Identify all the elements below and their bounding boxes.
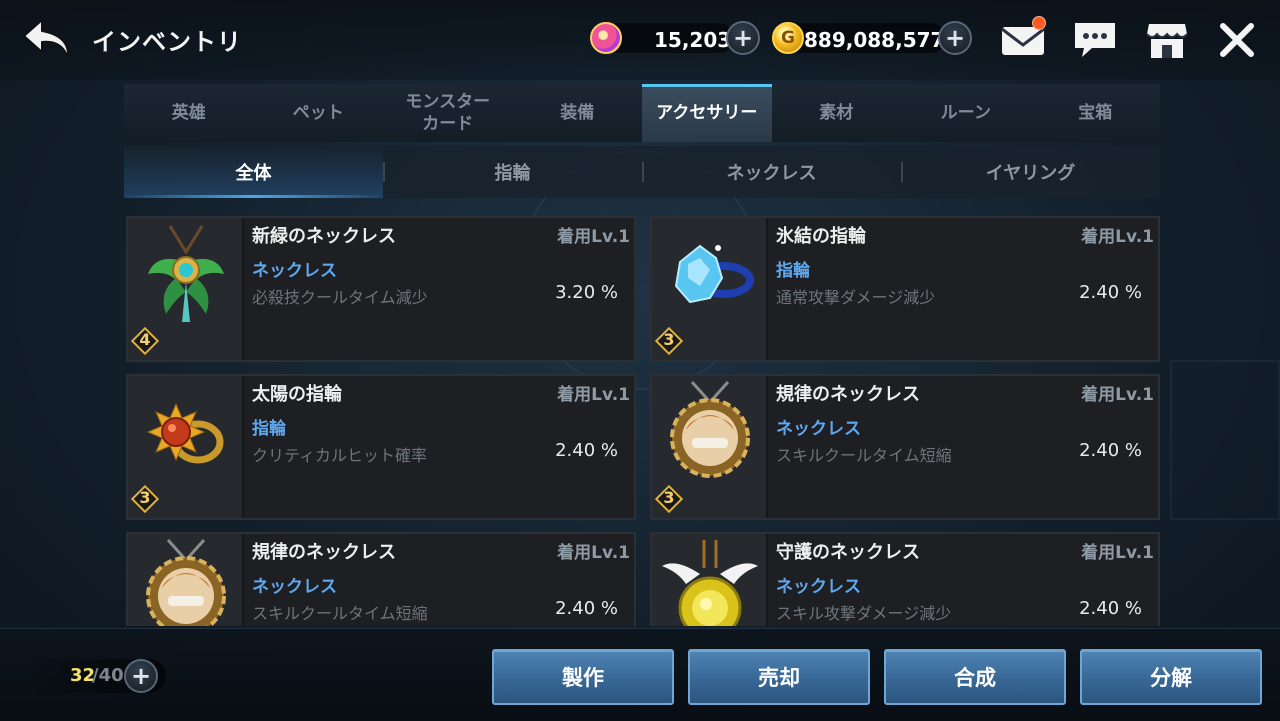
tab-material[interactable]: 素材	[772, 84, 902, 142]
add-gems-button[interactable]: +	[726, 21, 760, 55]
craft-button[interactable]: 製作	[492, 649, 674, 705]
bottom-bar: 32 /40 + 製作 売却 合成 分解	[0, 628, 1280, 721]
item-effect: スキルクールタイム短縮	[252, 604, 428, 623]
item-effect-value: 2.40 %	[1079, 440, 1142, 461]
item-thumbnail: 4	[128, 218, 244, 360]
item-name: 規律のネックレス	[776, 384, 920, 405]
sell-button[interactable]: 売却	[688, 649, 870, 705]
discipline-necklace-icon	[146, 538, 226, 626]
background-rune-frame	[1170, 360, 1280, 520]
subtab-earring[interactable]: イヤリング	[901, 146, 1160, 198]
shop-icon[interactable]	[1142, 18, 1192, 62]
gold-coin-icon: G	[772, 22, 804, 54]
item-card[interactable]: 3 守護のネックレス 着用Lv.1 ネックレス スキル攻撃ダメージ減少 2.40…	[650, 532, 1160, 626]
item-effect-value: 2.40 %	[1079, 598, 1142, 619]
item-effect-value: 3.20 %	[555, 282, 618, 303]
back-arrow-icon[interactable]	[18, 14, 80, 64]
item-thumbnail: 3	[128, 376, 244, 518]
item-thumbnail: 3	[652, 218, 768, 360]
item-required-level: 着用Lv.1	[557, 227, 630, 247]
item-effect: スキル攻撃ダメージ減少	[776, 604, 952, 623]
tab-rune[interactable]: ルーン	[901, 84, 1031, 142]
item-thumbnail: 3	[128, 534, 244, 626]
item-required-level: 着用Lv.1	[1081, 385, 1154, 405]
item-card[interactable]: 3 氷結の指輪 着用Lv.1 指輪 通常攻撃ダメージ減少 2.40 %	[650, 216, 1160, 362]
item-name: 守護のネックレス	[776, 542, 920, 563]
grade-badge: 3	[130, 484, 160, 514]
green-leaf-necklace-icon	[148, 225, 224, 322]
mail-notification-dot	[1032, 16, 1046, 30]
gem-currency: 15,203 +	[590, 20, 766, 56]
item-effect-value: 2.40 %	[555, 440, 618, 461]
gold-amount: 889,088,577	[804, 28, 945, 52]
item-card[interactable]: 4 新緑のネックレス 着用Lv.1 ネックレス 必殺技クールタイム減少 3.20…	[126, 216, 636, 362]
grade-badge: 4	[130, 326, 160, 356]
item-name: 新緑のネックレス	[252, 226, 396, 247]
item-type: ネックレス	[252, 577, 337, 597]
item-type: 指輪	[776, 261, 810, 281]
item-required-level: 着用Lv.1	[557, 385, 630, 405]
item-required-level: 着用Lv.1	[557, 543, 630, 563]
add-gold-button[interactable]: +	[938, 21, 972, 55]
item-type: ネックレス	[252, 261, 337, 281]
tab-accessory[interactable]: アクセサリー	[642, 84, 772, 142]
item-effect-value: 2.40 %	[555, 598, 618, 619]
tab-treasure-chest[interactable]: 宝箱	[1031, 84, 1161, 142]
item-type: ネックレス	[776, 577, 861, 597]
item-effect-value: 2.40 %	[1079, 282, 1142, 303]
item-name: 規律のネックレス	[252, 542, 396, 563]
expand-inventory-button[interactable]: +	[124, 659, 158, 693]
tab-pet[interactable]: ペット	[254, 84, 384, 142]
subtab-all[interactable]: 全体	[124, 146, 383, 198]
mail-icon[interactable]	[998, 16, 1048, 62]
item-card[interactable]: 3 太陽の指輪 着用Lv.1 指輪 クリティカルヒット確率 2.40 %	[126, 374, 636, 520]
item-effect: 必殺技クールタイム減少	[252, 288, 428, 307]
tab-hero[interactable]: 英雄	[124, 84, 254, 142]
item-required-level: 着用Lv.1	[1081, 227, 1154, 247]
item-list: 4 新緑のネックレス 着用Lv.1 ネックレス 必殺技クールタイム減少 3.20…	[124, 214, 1160, 626]
tab-monster-card[interactable]: モンスター カード	[383, 84, 513, 142]
item-name: 太陽の指輪	[252, 384, 342, 405]
gold-currency: G 889,088,577 +	[772, 20, 978, 56]
item-thumbnail: 3	[652, 376, 768, 518]
chat-icon[interactable]	[1070, 18, 1120, 62]
gem-icon	[590, 22, 622, 54]
item-type: ネックレス	[776, 419, 861, 439]
grade-badge: 3	[654, 326, 684, 356]
tab-equipment[interactable]: 装備	[513, 84, 643, 142]
subtab-necklace[interactable]: ネックレス	[642, 146, 901, 198]
gem-amount: 15,203	[654, 28, 732, 52]
subtab-ring[interactable]: 指輪	[383, 146, 642, 198]
item-name: 氷結の指輪	[776, 226, 866, 247]
grade-badge: 3	[654, 484, 684, 514]
item-effect: クリティカルヒット確率	[252, 446, 428, 465]
sun-ring-icon	[146, 402, 224, 464]
ice-crystal-ring-icon	[674, 244, 754, 304]
item-effect: スキルクールタイム短縮	[776, 446, 952, 465]
page-title: インベントリ	[92, 28, 242, 56]
top-bar: インベントリ 15,203 + G 889,088,577 +	[0, 0, 1280, 80]
combine-button[interactable]: 合成	[884, 649, 1066, 705]
inventory-max-count: /40	[92, 665, 124, 686]
item-type: 指輪	[252, 419, 286, 439]
category-tabs: 英雄 ペット モンスター カード 装備 アクセサリー 素材 ルーン 宝箱	[124, 84, 1160, 142]
guardian-necklace-icon	[662, 540, 758, 626]
item-effect: 通常攻撃ダメージ減少	[776, 288, 936, 307]
accessory-filter-tabs: 全体 指輪 ネックレス イヤリング	[124, 146, 1160, 198]
item-required-level: 着用Lv.1	[1081, 543, 1154, 563]
item-card[interactable]: 3 規律のネックレス 着用Lv.1 ネックレス スキルクールタイム短縮 2.40…	[650, 374, 1160, 520]
item-card[interactable]: 3 規律のネックレス 着用Lv.1 ネックレス スキルクールタイム短縮 2.40…	[126, 532, 636, 626]
item-thumbnail: 3	[652, 534, 768, 626]
discipline-necklace-icon	[670, 380, 750, 478]
close-icon[interactable]	[1212, 18, 1262, 62]
disassemble-button[interactable]: 分解	[1080, 649, 1262, 705]
